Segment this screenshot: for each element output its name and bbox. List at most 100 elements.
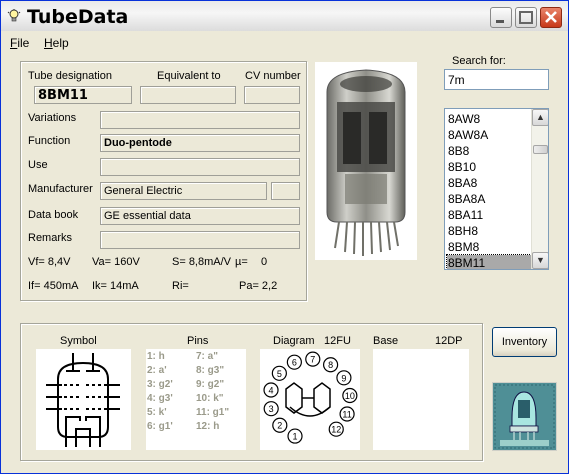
maximize-button[interactable] xyxy=(515,7,537,28)
tube-list-item[interactable]: 8B8 xyxy=(447,143,531,159)
maximize-icon xyxy=(519,11,533,24)
pin-entry: 11: g1" xyxy=(196,407,230,418)
menu-file[interactable]: File xyxy=(10,36,29,50)
diagram-pin: 10 xyxy=(342,387,358,404)
spec-if: If= 450mA xyxy=(28,280,79,292)
function-field[interactable]: Duo-pentode xyxy=(100,134,300,152)
scroll-down-button[interactable]: ▼ xyxy=(532,252,548,269)
pin-entry: 6: g1' xyxy=(147,421,173,432)
tube-list-item[interactable]: 8BM11 xyxy=(446,254,532,269)
tube-listbox[interactable]: 8AW8 8AW8A 8B8 8B10 8BA8 8BA8A 8BA11 8BH8 8BM8 8B… xyxy=(444,108,549,270)
use-field[interactable] xyxy=(100,158,300,176)
scroll-up-button[interactable]: ▲ xyxy=(532,109,548,126)
spec-ri: Ri= xyxy=(172,280,189,292)
pin-entry: 2: a' xyxy=(147,365,167,376)
remarks-field[interactable] xyxy=(100,231,300,249)
app-window: TubeData File Help Tube designation Equi… xyxy=(0,0,569,474)
diagram-pin: 1 xyxy=(287,428,303,444)
diagram-panel: 1 2 3 4 5 6 7 8 9 10 11 12 xyxy=(260,349,360,450)
tube-list-item[interactable]: 8BA8 xyxy=(447,175,531,191)
diagram-label: Diagram xyxy=(273,335,315,347)
manufacturer-field[interactable]: General Electric xyxy=(100,182,267,200)
window-title: TubeData xyxy=(27,6,129,28)
diagram-pin-label: 5 xyxy=(277,369,282,379)
title-bar[interactable]: TubeData xyxy=(1,1,568,31)
menu-bar: File Help xyxy=(1,32,568,52)
base-label: Base xyxy=(373,335,399,347)
menu-help[interactable]: Help xyxy=(44,36,69,50)
tube-designation-header: Tube designation xyxy=(28,70,112,82)
use-label: Use xyxy=(28,159,48,171)
variations-field[interactable] xyxy=(100,111,300,129)
equivalent-to-header: Equivalent to xyxy=(157,70,221,82)
base-panel xyxy=(373,349,469,450)
tube-photo xyxy=(315,62,417,260)
symbol-label: Symbol xyxy=(60,335,97,347)
tube-list-item[interactable]: 8BA11 xyxy=(447,207,531,223)
diagram-pin: 5 xyxy=(271,365,287,381)
tube-list-item[interactable]: 8AW8A xyxy=(447,127,531,143)
function-label: Function xyxy=(28,135,71,147)
search-label: Search for: xyxy=(452,55,506,67)
diagram-pin-label: 12 xyxy=(331,425,341,435)
diagram-pin-label: 9 xyxy=(341,373,346,383)
pin-entry: 1: h xyxy=(147,351,165,362)
diagram-pin-label: 8 xyxy=(328,360,333,370)
diagram-pin-label: 4 xyxy=(269,386,274,396)
symbol-panel xyxy=(36,349,131,450)
spec-mu-value: 0 xyxy=(261,256,268,268)
tube-designation-field[interactable]: 8BM11 xyxy=(34,86,132,104)
pin-entry: 8: g3" xyxy=(196,365,225,376)
tube-list-item[interactable]: 8BA8A xyxy=(447,191,531,207)
pin-entry: 3: g2' xyxy=(147,379,173,390)
diagram-pin-label: 1 xyxy=(293,432,298,442)
tube-list-item[interactable]: 8AW8 xyxy=(447,111,531,127)
tube-list-item[interactable]: 8BM8 xyxy=(447,239,531,255)
base-code: 12DP xyxy=(435,335,463,347)
pin-entry: 4: g3' xyxy=(147,393,173,404)
cv-number-field[interactable] xyxy=(244,86,300,104)
inventory-button[interactable]: Inventory xyxy=(492,327,557,357)
scroll-down-icon: ▼ xyxy=(536,255,545,265)
tube-list-item[interactable]: 8BH8 xyxy=(447,223,531,239)
diagram-pin-label: 7 xyxy=(310,355,315,365)
pin-entry: 5: k' xyxy=(147,407,167,418)
cv-number-header: CV number xyxy=(245,70,301,82)
spec-vf: Vf= 8,4V xyxy=(28,256,71,268)
diagram-pin: 4 xyxy=(263,382,279,398)
spec-s: S= 8,8mA/V xyxy=(172,256,232,268)
diagram-pin: 3 xyxy=(263,401,279,417)
pin-diagram: 123456 789101112 xyxy=(263,351,358,444)
pin-entry: 7: a" xyxy=(196,351,218,362)
diagram-pin-label: 6 xyxy=(292,358,297,368)
tube-symbol-diagram xyxy=(46,353,120,447)
diagram-pin-label: 3 xyxy=(269,404,274,414)
diagram-pin-label: 10 xyxy=(345,391,355,401)
pin-entry: 10: k" xyxy=(196,393,224,404)
manufacturer-label: Manufacturer xyxy=(28,183,93,195)
diagram-code: 12FU xyxy=(324,335,351,347)
scroll-up-icon: ▲ xyxy=(536,112,545,122)
minimize-button[interactable] xyxy=(490,7,512,28)
diagram-pin: 9 xyxy=(336,370,352,386)
close-icon xyxy=(545,11,557,23)
search-input[interactable] xyxy=(444,69,549,90)
data-book-field[interactable]: GE essential data xyxy=(100,207,300,225)
spec-pa: Pa= 2,2 xyxy=(239,280,278,292)
diagram-pin: 12 xyxy=(328,421,344,437)
list-scrollbar[interactable]: ▲ ▼ xyxy=(531,109,548,269)
tube-list-item[interactable]: 8B10 xyxy=(447,159,531,175)
scroll-thumb[interactable] xyxy=(533,145,548,154)
data-book-label: Data book xyxy=(28,209,79,221)
pin-entry: 12: h xyxy=(196,421,220,432)
variations-label: Variations xyxy=(28,112,77,124)
equivalent-to-field[interactable] xyxy=(140,86,236,104)
remarks-label: Remarks xyxy=(28,232,73,244)
close-button[interactable] xyxy=(540,7,562,28)
pins-panel: 1: h 7: a" 2: a' 8: g3" 3: g2' 9: g2" 4: g3' 10… xyxy=(146,349,246,450)
diagram-pin: 2 xyxy=(272,417,288,433)
manufacturer-code-field[interactable] xyxy=(271,182,300,200)
diagram-pin-label: 2 xyxy=(277,421,282,431)
spec-mu: µ= xyxy=(235,256,248,268)
diagram-pin: 7 xyxy=(305,351,321,367)
